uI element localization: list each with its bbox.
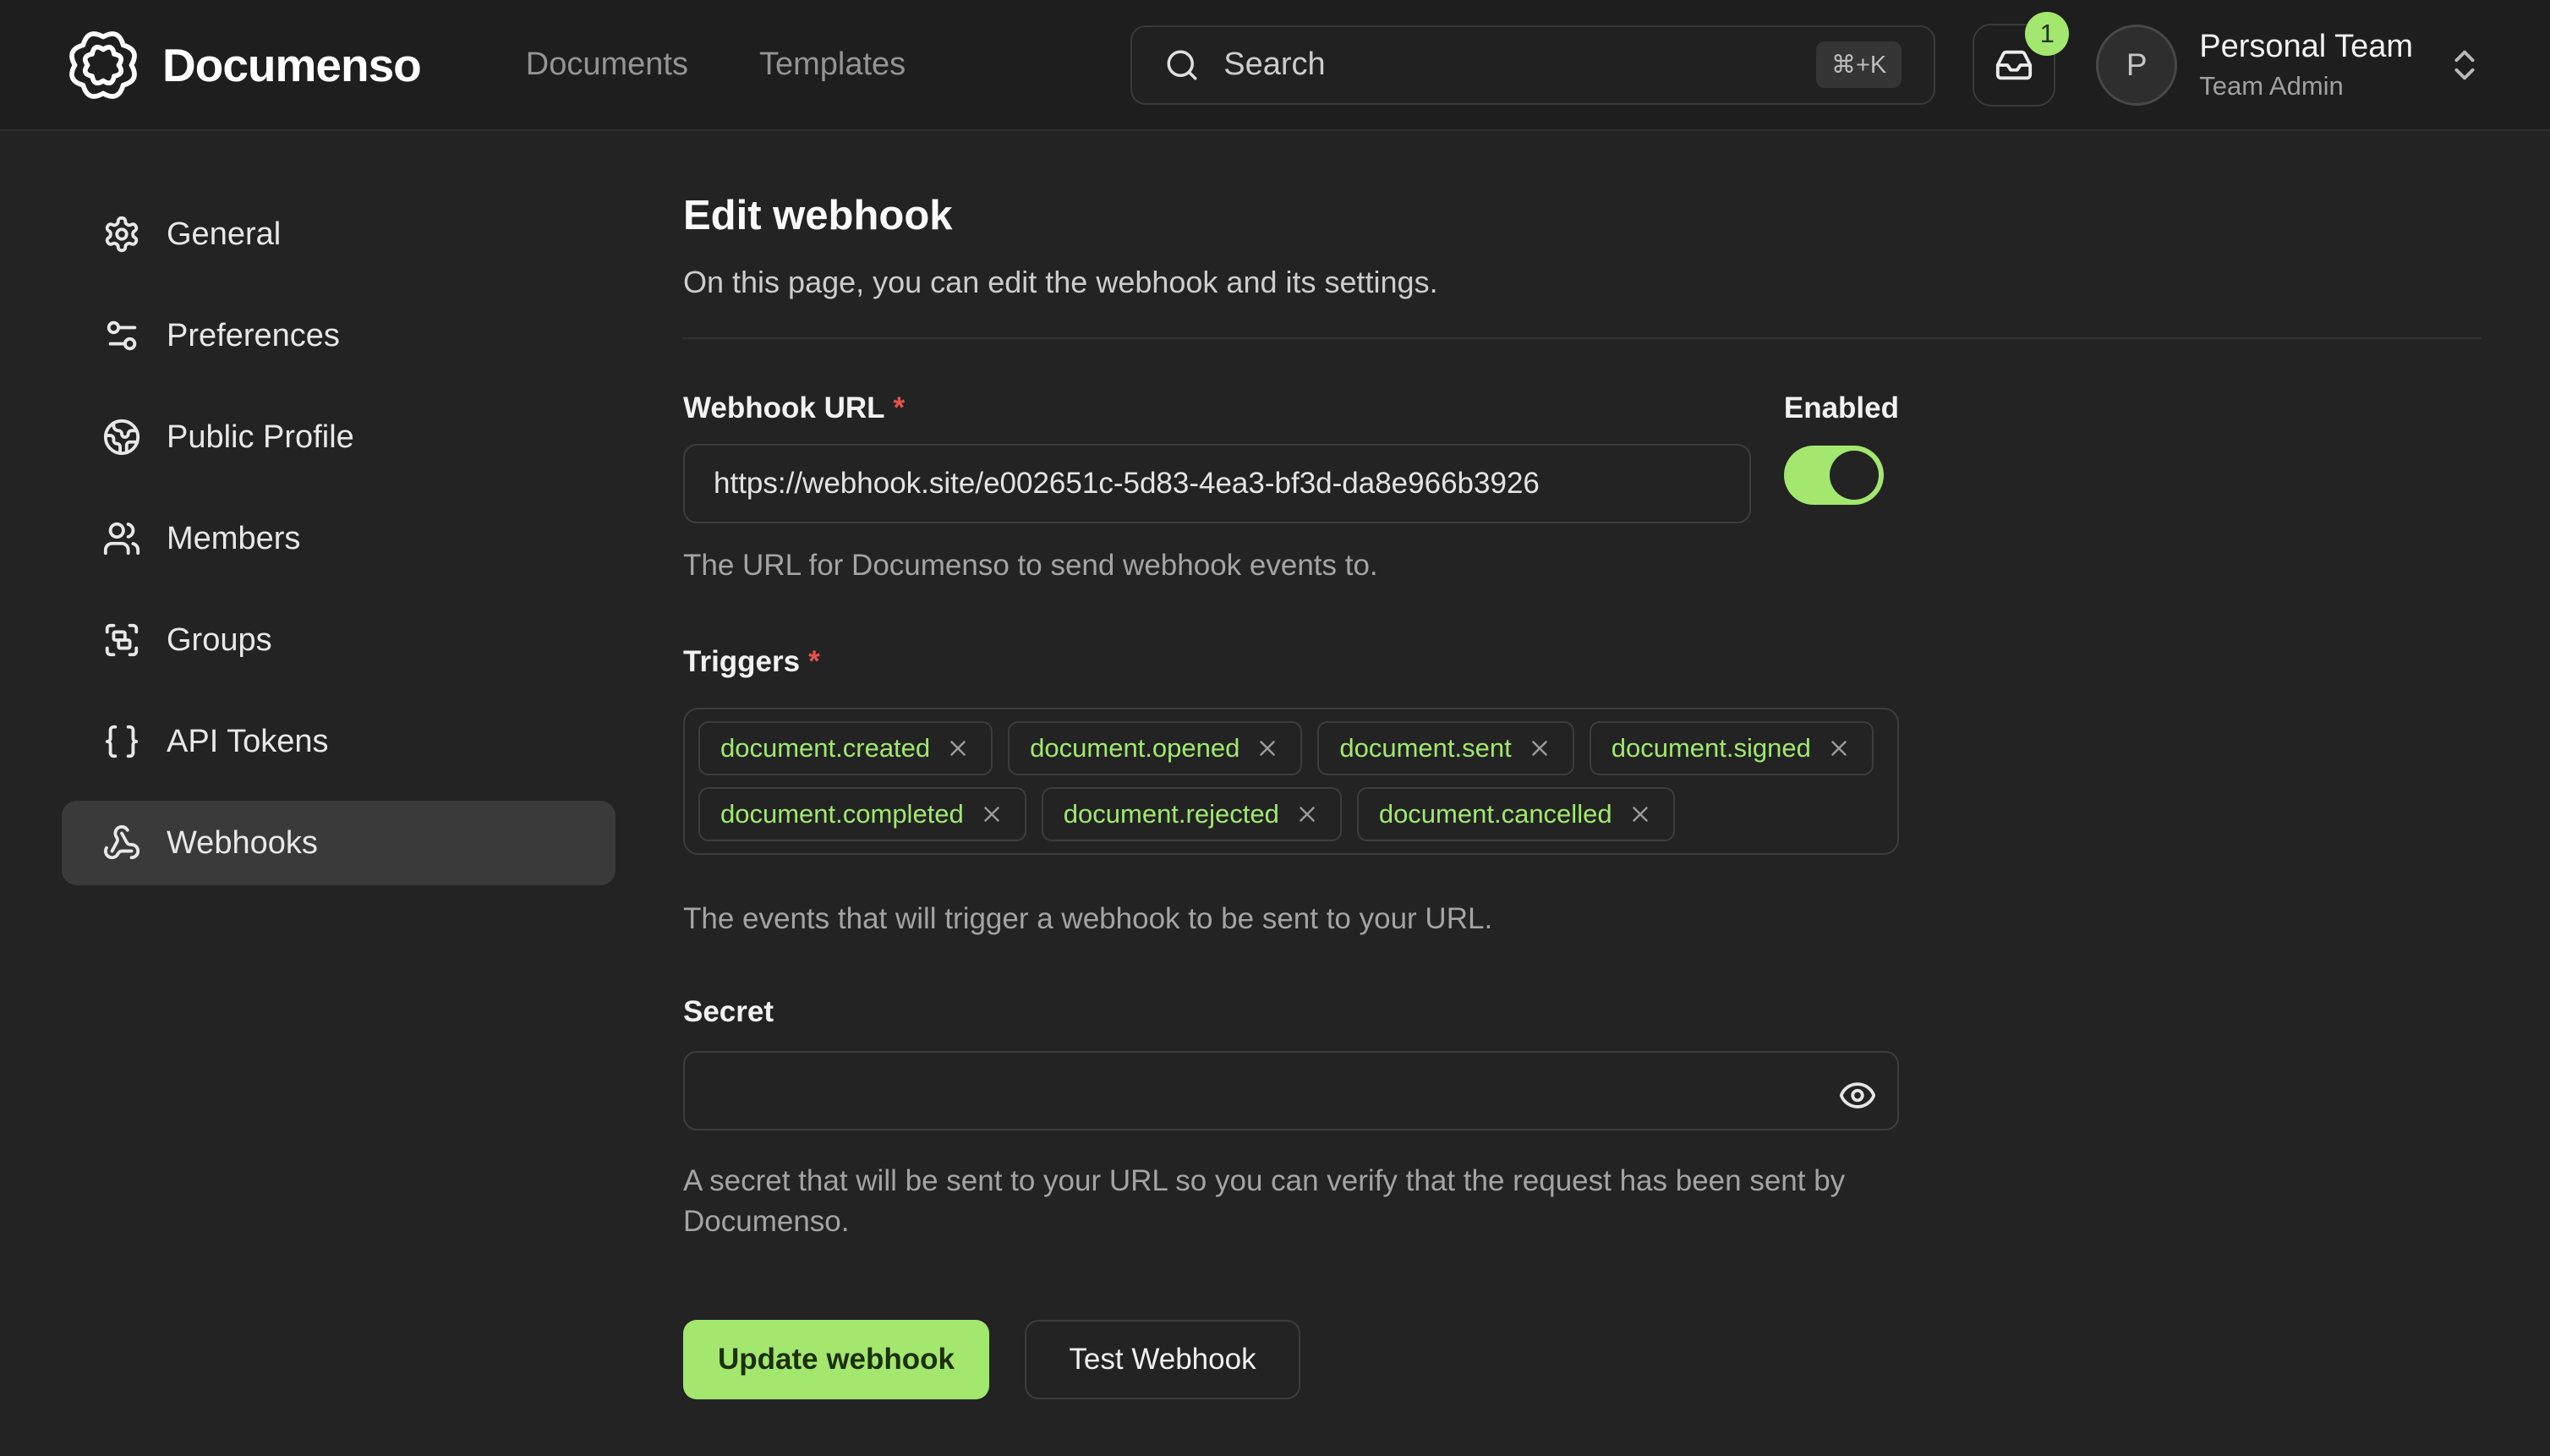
toggle-knob bbox=[1830, 451, 1879, 500]
team-name: Personal Team bbox=[2199, 28, 2413, 67]
enabled-toggle[interactable] bbox=[1784, 446, 1884, 505]
webhook-icon bbox=[102, 824, 141, 862]
remove-trigger-icon[interactable] bbox=[945, 736, 971, 761]
trigger-tag-label: document.sent bbox=[1339, 733, 1511, 764]
search-icon bbox=[1164, 47, 1200, 83]
trigger-tag: document.signed bbox=[1590, 721, 1874, 775]
enabled-field: Enabled bbox=[1784, 391, 1899, 583]
trigger-tag-label: document.opened bbox=[1030, 733, 1239, 764]
team-switcher[interactable]: P Personal Team Team Admin bbox=[2096, 25, 2484, 106]
globe-icon bbox=[102, 418, 141, 457]
sidebar-item-members[interactable]: Members bbox=[62, 496, 616, 581]
toggle-secret-visibility-button[interactable] bbox=[1838, 1076, 1877, 1114]
form-actions: Update webhook Test Webhook bbox=[683, 1320, 2482, 1399]
webhook-url-field: Webhook URL* The URL for Documenso to se… bbox=[683, 391, 1751, 583]
required-asterisk: * bbox=[894, 391, 906, 424]
trigger-tag: document.completed bbox=[698, 787, 1026, 841]
sidebar-item-label: Groups bbox=[167, 622, 272, 659]
sidebar-item-label: Public Profile bbox=[167, 419, 354, 456]
remove-trigger-icon[interactable] bbox=[1527, 736, 1552, 761]
webhook-url-help: The URL for Documenso to send webhook ev… bbox=[683, 549, 1751, 583]
sidebar-item-groups[interactable]: Groups bbox=[62, 598, 616, 682]
users-icon bbox=[102, 519, 141, 558]
sidebar-item-api-tokens[interactable]: API Tokens bbox=[62, 699, 616, 784]
edit-webhook-main: Edit webhook On this page, you can edit … bbox=[616, 131, 2550, 1456]
team-role: Team Admin bbox=[2199, 70, 2413, 101]
triggers-help: The events that will trigger a webhook t… bbox=[683, 902, 2482, 936]
inbox-icon bbox=[1995, 46, 2033, 85]
search-box[interactable]: ⌘+K bbox=[1130, 25, 1935, 105]
secret-help: A secret that will be sent to your URL s… bbox=[683, 1161, 1892, 1243]
required-asterisk: * bbox=[808, 645, 820, 678]
secret-input[interactable] bbox=[683, 1051, 1899, 1130]
nav-templates[interactable]: Templates bbox=[759, 47, 906, 83]
trigger-tag: document.sent bbox=[1317, 721, 1573, 775]
sidebar-item-general[interactable]: General bbox=[62, 192, 616, 276]
sidebar-item-webhooks[interactable]: Webhooks bbox=[62, 801, 616, 885]
sidebar-item-public-profile[interactable]: Public Profile bbox=[62, 395, 616, 479]
secret-field bbox=[683, 1051, 1899, 1130]
trigger-tag: document.rejected bbox=[1042, 787, 1342, 841]
search-input[interactable] bbox=[1222, 46, 1794, 84]
remove-trigger-icon[interactable] bbox=[1255, 736, 1280, 761]
group-icon bbox=[102, 621, 141, 660]
sidebar-item-label: General bbox=[167, 216, 281, 253]
sliders-icon bbox=[102, 316, 141, 355]
secret-label: Secret bbox=[683, 995, 2482, 1029]
triggers-multiselect[interactable]: document.created document.opened documen… bbox=[683, 708, 1899, 855]
test-webhook-button[interactable]: Test Webhook bbox=[1025, 1320, 1300, 1399]
triggers-label: Triggers* bbox=[683, 645, 2482, 679]
inbox-wrap: 1 bbox=[1973, 24, 2055, 107]
sidebar-item-label: API Tokens bbox=[167, 724, 329, 760]
page-title: Edit webhook bbox=[683, 194, 2482, 239]
braces-icon bbox=[102, 722, 141, 761]
inbox-count-badge: 1 bbox=[2025, 12, 2069, 56]
sidebar-item-label: Webhooks bbox=[167, 825, 318, 862]
search-shortcut-badge: ⌘+K bbox=[1816, 41, 1902, 88]
remove-trigger-icon[interactable] bbox=[1628, 802, 1653, 827]
remove-trigger-icon[interactable] bbox=[1826, 736, 1852, 761]
top-header: Documenso Documents Templates ⌘+K 1 P bbox=[0, 0, 2550, 131]
webhook-url-input[interactable] bbox=[683, 444, 1751, 523]
account-text: Personal Team Team Admin bbox=[2199, 28, 2413, 101]
brand[interactable]: Documenso bbox=[66, 28, 421, 102]
trigger-tag-label: document.completed bbox=[720, 799, 964, 829]
section-divider bbox=[683, 337, 2482, 339]
avatar: P bbox=[2096, 25, 2177, 106]
primary-nav: Documents Templates bbox=[526, 47, 906, 83]
trigger-tag: document.created bbox=[698, 721, 993, 775]
enabled-label: Enabled bbox=[1784, 391, 1899, 425]
settings-icon bbox=[102, 215, 141, 254]
update-webhook-button[interactable]: Update webhook bbox=[683, 1320, 989, 1399]
remove-trigger-icon[interactable] bbox=[1294, 802, 1320, 827]
trigger-tag: document.opened bbox=[1008, 721, 1302, 775]
webhook-url-row: Webhook URL* The URL for Documenso to se… bbox=[683, 391, 1899, 583]
trigger-tag-label: document.signed bbox=[1612, 733, 1811, 764]
nav-documents[interactable]: Documents bbox=[526, 47, 688, 83]
trigger-tag-label: document.created bbox=[720, 733, 930, 764]
documenso-app: Documenso Documents Templates ⌘+K 1 P bbox=[0, 0, 2550, 1456]
documenso-logo-icon bbox=[66, 28, 140, 102]
sidebar-item-preferences[interactable]: Preferences bbox=[62, 293, 616, 378]
trigger-tag-label: document.cancelled bbox=[1379, 799, 1612, 829]
sidebar-item-label: Members bbox=[167, 521, 300, 557]
chevrons-up-down-icon bbox=[2445, 46, 2484, 85]
settings-sidebar: General Preferences Public Profile bbox=[62, 192, 616, 1456]
remove-trigger-icon[interactable] bbox=[979, 802, 1004, 827]
webhook-url-label: Webhook URL* bbox=[683, 391, 905, 424]
page-body: General Preferences Public Profile bbox=[0, 131, 2550, 1456]
sidebar-item-label: Preferences bbox=[167, 318, 340, 354]
page-subtitle: On this page, you can edit the webhook a… bbox=[683, 265, 2482, 300]
trigger-tag-label: document.rejected bbox=[1064, 799, 1279, 829]
trigger-tag: document.cancelled bbox=[1357, 787, 1675, 841]
eye-icon bbox=[1838, 1076, 1877, 1114]
brand-name: Documenso bbox=[162, 38, 421, 92]
